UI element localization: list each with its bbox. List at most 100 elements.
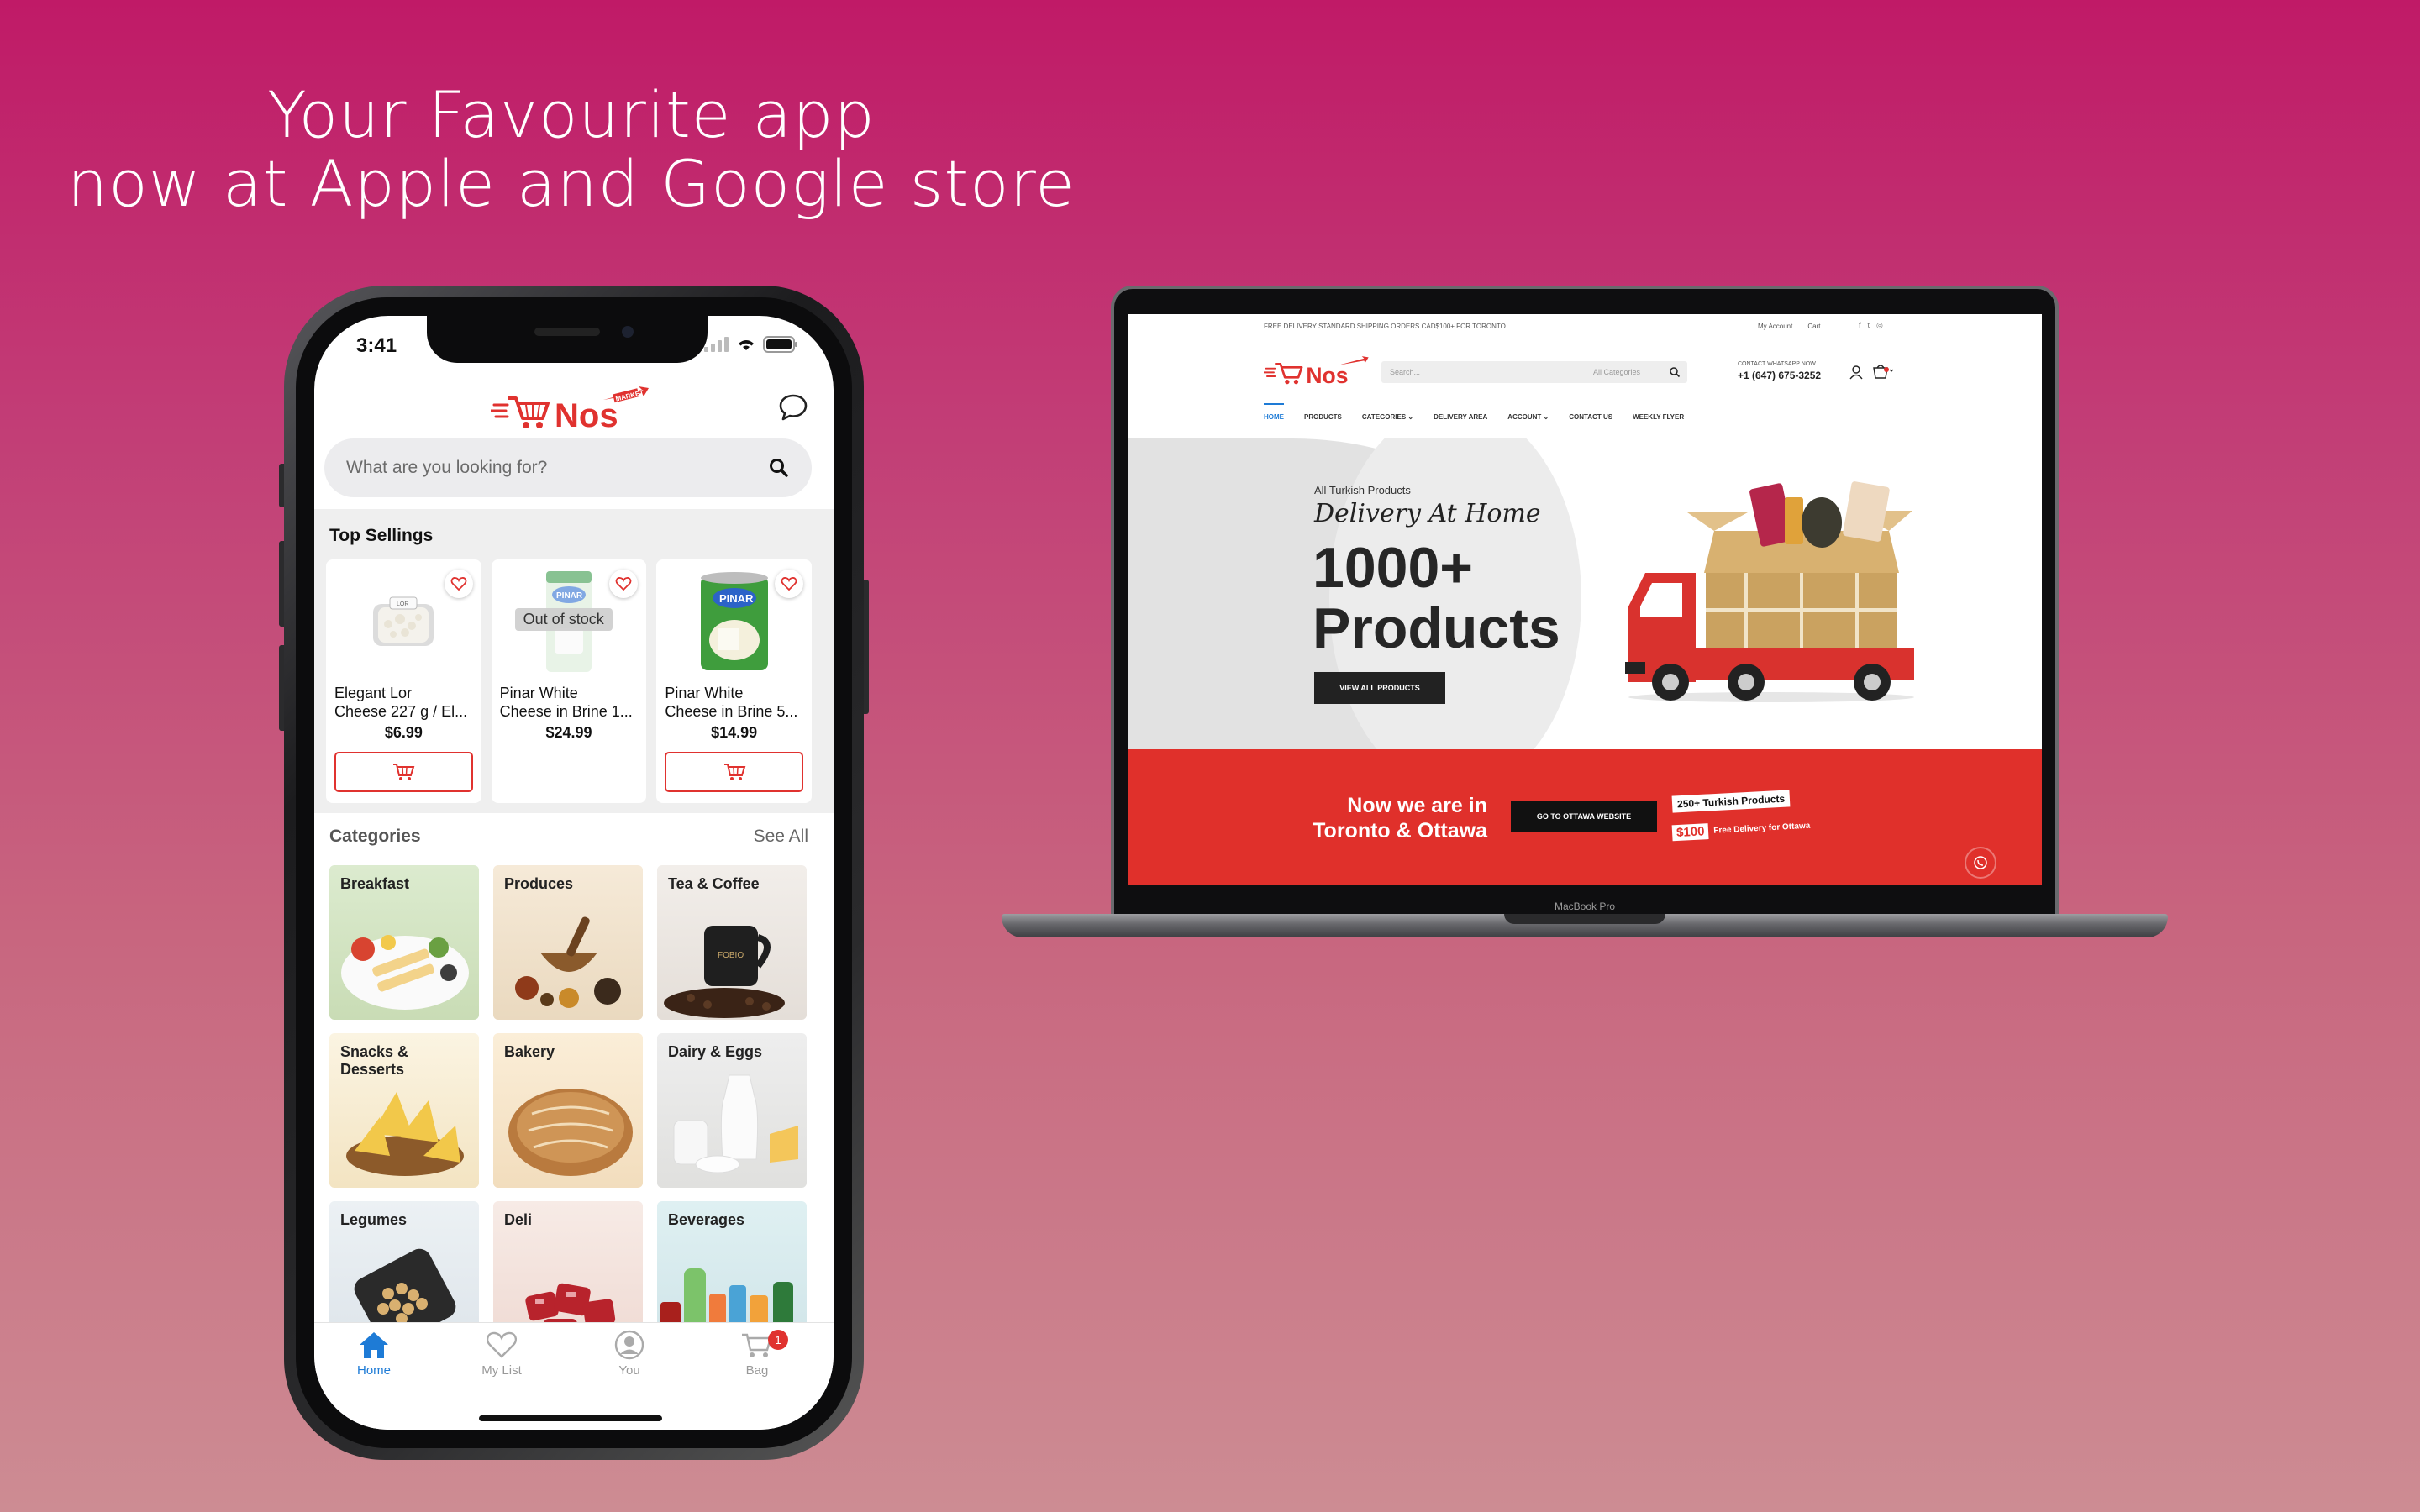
twitter-icon[interactable]: t [1868,321,1870,330]
tab-home-label: Home [356,1363,391,1378]
nav-account[interactable]: ACCOUNT ⌄ [1507,413,1549,421]
bottom-tab-bar: Home My List You Bag 1 [314,1322,834,1430]
svg-text:PINAR: PINAR [556,591,583,601]
product-name: Pinar White Cheese in Brine 1... [499,685,633,720]
whatsapp-contact[interactable]: CONTACT WHATSAPP NOW +1 (647) 675-3252 [1738,361,1821,381]
cart-icon[interactable] [1872,363,1894,380]
product-price: $6.99 [384,724,423,741]
user-icon [614,1330,644,1360]
cart-icon [723,764,746,780]
nav-products[interactable]: PRODUCTS [1304,413,1342,421]
svg-text:LOR: LOR [397,601,408,607]
category-label: Produces [504,875,574,892]
hero-heading: 1000+ Products [1313,536,1560,660]
category-label: Breakfast [340,875,410,892]
heart-icon [450,577,466,591]
battery-icon [763,336,797,353]
whatsapp-chat-button[interactable] [1966,848,1995,877]
favorite-button[interactable] [444,570,473,598]
favorite-button[interactable] [775,570,804,598]
hero-banner: All Turkish Products Delivery At Home 10… [1128,438,2042,749]
website-logo[interactable]: Nos [1264,354,1370,388]
facebook-icon[interactable]: f [1859,321,1861,330]
website-search-placeholder: Search... [1390,368,1421,376]
promo-delivery-text: Free Delivery for Ottawa [1713,821,1811,836]
free-delivery-text: FREE DELIVERY STANDARD SHIPPING ORDERS C… [1264,323,1506,330]
svg-text:FOBIO: FOBIO [718,951,744,960]
product-price: $24.99 [545,724,592,741]
account-icon[interactable] [1849,365,1864,380]
category-label: Tea & Coffee [668,875,760,892]
nav-delivery-area[interactable]: DELIVERY AREA [1434,413,1487,421]
tab-bag[interactable]: Bag 1 [711,1330,803,1378]
add-to-cart-button[interactable] [334,752,473,792]
whatsapp-icon [1974,856,1987,869]
svg-text:Nos: Nos [555,397,618,433]
status-time: 3:41 [356,334,397,357]
category-tile-dairy-eggs[interactable]: Dairy & Eggs [657,1033,807,1188]
signal-icon [704,337,729,352]
product-image-pinar-cheese-tub: PINAR Out of stock [492,559,647,684]
product-price: $14.99 [711,724,758,741]
nav-contact-us[interactable]: CONTACT US [1569,413,1612,421]
heart-icon [781,577,797,591]
category-label: Beverages [668,1211,745,1228]
top-sellings-title: Top Sellings [329,526,434,545]
my-account-link[interactable]: My Account [1758,323,1792,330]
category-tile-tea-coffee[interactable]: FOBIO Tea & Coffee [657,865,807,1020]
category-tile-bakery[interactable]: Bakery [493,1033,643,1188]
headline-line-1: Your Favourite app [267,77,876,152]
headline-line-2: now at Apple and Google store [67,146,1076,221]
tab-you[interactable]: You [583,1330,676,1378]
instagram-icon[interactable]: ◎ [1876,321,1883,330]
tab-home[interactable]: Home [328,1330,420,1378]
view-all-products-button[interactable]: VIEW ALL PRODUCTS [1314,672,1445,704]
ottawa-promo-banner: Now we are in Toronto & Ottawa GO TO OTT… [1128,749,2042,885]
chat-icon[interactable] [778,393,808,422]
product-card[interactable]: LOR Elegant Lor Cheese 227 g / El... $6.9… [326,559,481,803]
status-icons [704,336,798,353]
category-tile-breakfast[interactable]: Breakfast [329,865,479,1020]
svg-text:Nos: Nos [1306,363,1348,388]
go-to-ottawa-button[interactable]: GO TO OTTAWA WEBSITE [1511,801,1657,832]
category-select[interactable]: All Categories [1593,368,1640,376]
heart-icon [616,577,632,591]
svg-text:PINAR: PINAR [719,592,754,605]
promo-free-delivery: $100 Free Delivery for Ottawa [1671,818,1811,842]
favorite-button[interactable] [609,570,639,598]
nos-market-logo: Nos MARKET [491,386,649,433]
hero-subtitle: All Turkish Products [1314,484,1411,496]
product-card[interactable]: PINAR Out of stock Pinar White Cheese in … [491,559,647,803]
search-bar[interactable]: What are you looking for? [324,438,812,497]
search-icon[interactable] [1669,366,1681,378]
nav-weekly-flyer[interactable]: WEEKLY FLYER [1633,413,1684,421]
categories-header: Categories See All [329,827,808,847]
product-image-pinar-cheese-can: PINAR [656,559,812,684]
category-label: Dairy & Eggs [668,1043,763,1060]
bag-count-badge: 1 [768,1330,788,1350]
category-tile-snacks-desserts[interactable]: Snacks & Desserts [329,1033,479,1188]
add-to-cart-button[interactable] [665,752,804,792]
nav-home[interactable]: HOME [1264,403,1284,421]
category-label: Legumes [340,1211,408,1228]
app-screen: 3:41 Nos MARKET What are you looking for… [314,316,834,1430]
laptop-model-label: MacBook Pro [1554,900,1616,912]
cart-link[interactable]: Cart [1807,323,1820,330]
product-name: Elegant Lor Cheese 227 g / El... [334,685,468,720]
product-name: Pinar White Cheese in Brine 5... [665,685,798,720]
search-icon[interactable] [768,457,790,479]
product-card[interactable]: PINAR Pinar White Cheese in Brine 5... $1… [656,559,813,803]
tab-my-list[interactable]: My List [455,1330,548,1378]
promo-heading: Now we are in Toronto & Ottawa [1313,794,1487,843]
laptop-opening-notch [1504,914,1665,924]
phone-mockup: 3:41 Nos MARKET What are you looking for… [284,286,864,1460]
home-icon [360,1332,388,1358]
see-all-link[interactable]: See All [754,827,808,847]
nav-categories[interactable]: CATEGORIES ⌄ [1362,413,1413,421]
website-search-bar[interactable]: Search... All Categories [1381,361,1687,383]
website-screen: FREE DELIVERY STANDARD SHIPPING ORDERS C… [1128,314,2042,885]
headline: Your Favourite app now at Apple and Goog… [34,81,1109,218]
out-of-stock-label: Out of stock [514,608,613,631]
delivery-truck-illustration [1625,481,1914,702]
category-tile-produces[interactable]: Produces [493,865,643,1020]
